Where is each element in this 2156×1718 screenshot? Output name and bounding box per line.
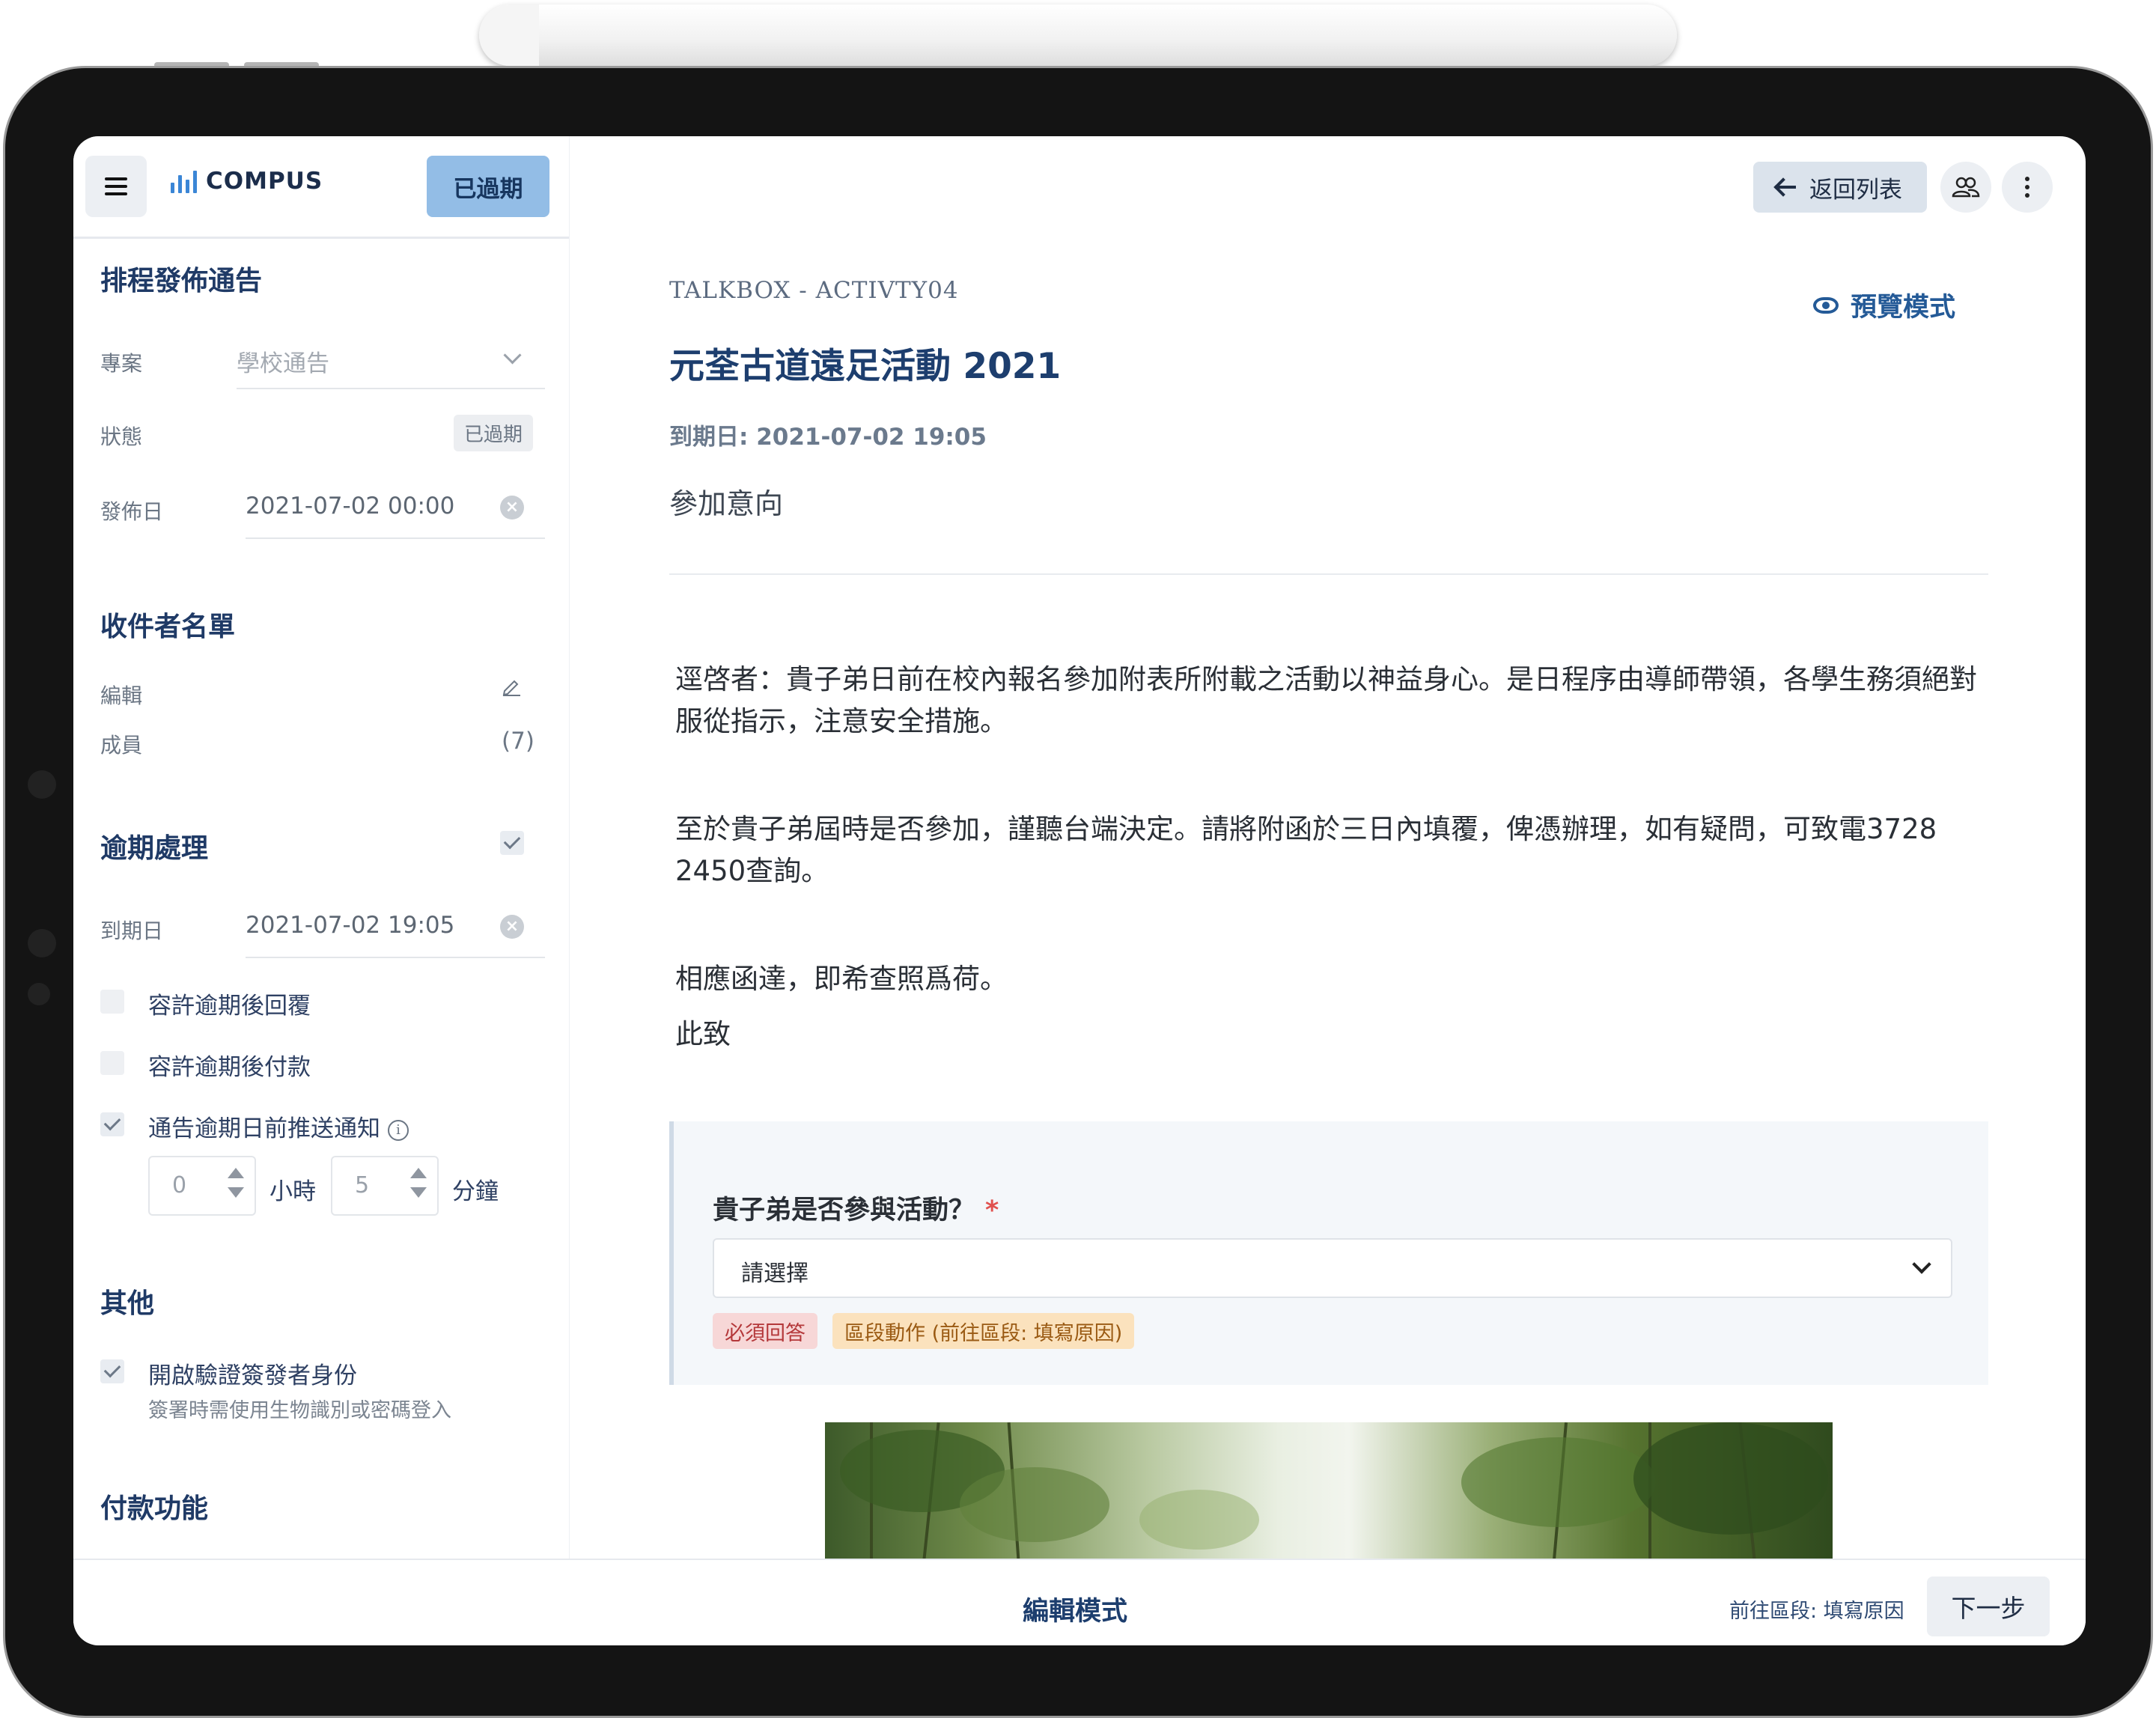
section-subtitle: 參加意向 (669, 487, 784, 520)
page-title: 元荃古道遠足活動 2021 (669, 346, 1062, 387)
allow-late-reply-label: 容許逾期後回覆 (148, 993, 311, 1020)
back-to-list-label: 返回列表 (1809, 176, 1902, 204)
eye-icon (1813, 296, 1839, 314)
minutes-unit: 分鐘 (452, 1178, 499, 1205)
camera-dot (28, 770, 56, 799)
increment-icon[interactable] (410, 1168, 427, 1178)
hours-value: 0 (172, 1172, 187, 1198)
users-button[interactable] (1940, 162, 1991, 213)
app-logo: COMPUS (171, 168, 323, 195)
members-count[interactable]: (7) (502, 728, 535, 755)
select-placeholder: 請選擇 (741, 1261, 808, 1287)
allow-late-reply-checkbox[interactable] (100, 990, 124, 1014)
minutes-stepper[interactable]: 5 (331, 1156, 439, 1216)
hours-stepper[interactable]: 0 (148, 1156, 256, 1216)
allow-late-payment-label: 容許逾期後付款 (148, 1054, 311, 1081)
overdue-section-title: 逾期處理 (100, 833, 209, 864)
status-pill-button[interactable]: 已過期 (427, 156, 549, 217)
sidebar: COMPUS 已過期 排程發佈通告 專案 學校通告 狀態 已過期 發佈日 202… (73, 136, 570, 1559)
push-notice-text: 通告逾期日前推送通知 (148, 1115, 380, 1142)
push-notice-checkbox[interactable] (100, 1112, 124, 1136)
due-date-label: 到期日 (100, 919, 164, 943)
section-action-badge: 區段動作 (前往區段: 填寫原因) (832, 1313, 1135, 1349)
chevron-down-icon (503, 346, 522, 365)
decrement-icon[interactable] (228, 1187, 244, 1198)
minutes-value: 5 (355, 1172, 370, 1198)
publish-date-label: 發佈日 (100, 499, 164, 524)
field-underline (237, 388, 545, 389)
question-label: 貴子弟是否參與活動？ * (713, 1189, 999, 1227)
recipients-section-title: 收件者名單 (100, 612, 236, 642)
project-select-value: 學校通告 (237, 350, 329, 377)
edit-mode-tab[interactable]: 編輯模式 (1023, 1590, 1127, 1628)
due-date-value: 2021-07-02 19:05 (246, 912, 455, 939)
kebab-menu-icon (2025, 177, 2029, 198)
project-label: 專案 (100, 351, 143, 376)
payment-section-title: 付款功能 (100, 1493, 209, 1524)
field-underline (246, 957, 545, 958)
required-star: * (985, 1195, 999, 1225)
status-label: 狀態 (100, 424, 143, 449)
clear-icon[interactable]: × (500, 915, 524, 939)
hours-unit: 小時 (270, 1178, 316, 1205)
question-block: 貴子弟是否參與活動？ * 請選擇 必須回答 區段動作 (前往區段: 填寫原因) (669, 1121, 1988, 1385)
other-section-title: 其他 (100, 1288, 155, 1319)
edit-recipients-label: 編輯 (100, 683, 143, 708)
hamburger-icon (105, 173, 127, 200)
camera-dot (28, 983, 50, 1005)
next-section-hint: 前往區段: 填寫原因 (1729, 1600, 1904, 1623)
verify-signer-checkbox[interactable] (100, 1359, 124, 1383)
decrement-icon[interactable] (410, 1187, 427, 1198)
camera-dot (28, 929, 56, 957)
publish-date-value: 2021-07-02 00:00 (246, 493, 455, 520)
chevron-down-icon (1912, 1255, 1931, 1274)
overdue-toggle-checkbox[interactable] (500, 831, 524, 855)
question-text: 貴子弟是否參與活動？ (713, 1195, 975, 1225)
arrow-left-icon (1778, 186, 1796, 189)
required-badge: 必須回答 (713, 1313, 817, 1349)
field-underline (246, 537, 545, 539)
allow-late-payment-checkbox[interactable] (100, 1051, 124, 1075)
sidebar-topbar: COMPUS 已過期 (73, 136, 569, 239)
push-notice-label: 通告逾期日前推送通知 i (148, 1109, 409, 1143)
letter-paragraph: 至於貴子弟屆時是否參加，謹聽台端決定。請將附函於三日內填覆，俾憑辦理，如有疑問，… (675, 813, 1937, 887)
verify-signer-label: 開啟驗證簽發者身份 (148, 1362, 357, 1389)
next-step-button[interactable]: 下一步 (1927, 1577, 2050, 1636)
letter-paragraph: 相應函達，即希查照爲荷。 (675, 963, 1008, 995)
schedule-section-title: 排程發佈通告 (100, 266, 263, 296)
bottom-bar: 編輯模式 前往區段: 填寫原因 下一步 (73, 1559, 2086, 1645)
clear-icon[interactable]: × (500, 496, 524, 520)
users-icon (1952, 177, 1980, 198)
verify-signer-note: 簽署時需使用生物識別或密碼登入 (148, 1399, 451, 1422)
app-screen: COMPUS 已過期 排程發佈通告 專案 學校通告 狀態 已過期 發佈日 202… (73, 136, 2086, 1645)
activity-photo (825, 1422, 1833, 1560)
members-label: 成員 (100, 733, 143, 758)
breadcrumb: TALKBOX - ACTIVTY04 (669, 277, 959, 304)
letter-paragraph: 逕啓者：貴子弟日前在校內報名參加附表所附載之活動以神益身心。是日程序由導師帶領，… (675, 663, 1977, 737)
menu-button[interactable] (85, 156, 147, 217)
status-tag: 已過期 (454, 415, 534, 451)
letter-paragraph: 此致 (675, 1018, 731, 1050)
logo-bars-icon (171, 169, 197, 193)
back-to-list-button[interactable]: 返回列表 (1753, 162, 1927, 213)
increment-icon[interactable] (228, 1168, 244, 1178)
info-icon[interactable]: i (388, 1119, 409, 1141)
divider (669, 573, 1988, 575)
stylus-decoration (479, 4, 1677, 66)
due-date-text: 到期日: 2021-07-02 19:05 (669, 424, 987, 451)
pencil-edit-icon[interactable] (502, 677, 521, 696)
preview-mode-button[interactable]: 預覽模式 (1813, 286, 1955, 324)
participation-select[interactable]: 請選擇 (713, 1238, 1952, 1298)
preview-mode-label: 預覽模式 (1851, 293, 1956, 323)
more-options-button[interactable] (2002, 162, 2053, 213)
brand-name: COMPUS (206, 168, 323, 195)
